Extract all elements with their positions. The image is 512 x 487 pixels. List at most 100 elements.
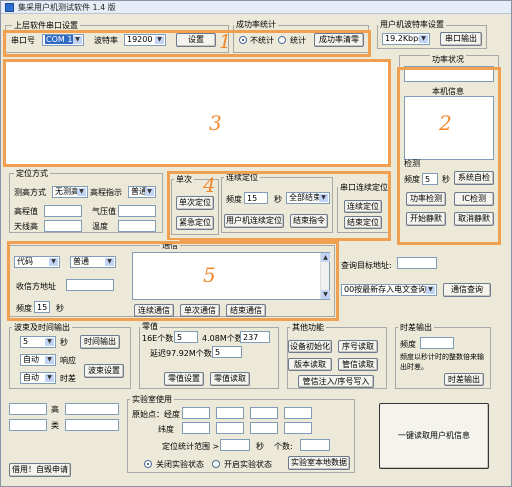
user-baud-select[interactable]: 19.2Kbps bbox=[382, 33, 430, 45]
annotation-5: 5 bbox=[203, 263, 216, 287]
manage-write-button[interactable]: 管信注入/序号写入 bbox=[298, 375, 374, 388]
altitude-label: 高程指示 bbox=[90, 188, 122, 197]
range-input[interactable] bbox=[220, 439, 250, 451]
wave-sec-label: 秒 bbox=[60, 338, 68, 347]
coord-input-1[interactable] bbox=[9, 403, 47, 415]
highlight-box-5 bbox=[7, 241, 339, 321]
apply-button[interactable]: 借用！自毁申请 bbox=[9, 463, 71, 477]
other-group: 其他功能 设备初始化 序号读取 版本读取 管信读取 管信注入/序号写入 bbox=[287, 322, 387, 389]
read-user-info-button[interactable]: 一键读取用户机信息 bbox=[379, 403, 489, 469]
measure-label: 测高方式 bbox=[14, 188, 46, 197]
serial-output-button[interactable]: 串口输出 bbox=[440, 32, 482, 46]
timediff-freq-input[interactable] bbox=[420, 337, 454, 349]
time-output-button[interactable]: 时间输出 bbox=[80, 335, 120, 349]
temp-label: 温度 bbox=[92, 222, 108, 231]
lon-input-1[interactable] bbox=[182, 407, 210, 419]
wave-sec-select[interactable]: 5 bbox=[20, 336, 56, 348]
delay-input[interactable]: 5 bbox=[212, 346, 242, 358]
timediff-freq-label: 频度 bbox=[400, 340, 416, 349]
annotation-2: 2 bbox=[439, 111, 452, 135]
num408-label: 4.08M个数 bbox=[202, 334, 243, 343]
app-window: 集采用户机测试软件 1.4 版 上层软件串口设置 串口号 COM 1 波特率 1… bbox=[0, 0, 512, 487]
query-mode-select[interactable]: 00按最新存入电文查询 bbox=[341, 284, 437, 296]
open-lab-label: 开启实验状态 bbox=[224, 460, 272, 469]
highlight-box-1 bbox=[3, 30, 371, 57]
zero-set-button[interactable]: 零值设置 bbox=[164, 372, 204, 386]
lat-input-2[interactable] bbox=[216, 422, 244, 434]
coord-input-2[interactable] bbox=[65, 403, 119, 415]
timediff-legend: 时差输出 bbox=[398, 322, 434, 333]
zero-read-button[interactable]: 零值读取 bbox=[210, 372, 250, 386]
manage-read-button[interactable]: 管信读取 bbox=[338, 358, 378, 371]
locate-mode-legend: 定位方式 bbox=[14, 168, 50, 179]
response-label: 响应 bbox=[60, 356, 76, 365]
lat-input-3[interactable] bbox=[250, 422, 278, 434]
zero-legend: 零值 bbox=[140, 321, 160, 332]
pressure-input[interactable] bbox=[118, 205, 156, 217]
timer-label: 时差 bbox=[60, 374, 76, 383]
annotation-3: 3 bbox=[209, 111, 222, 135]
annotation-4: 4 bbox=[203, 173, 216, 197]
altitude-select[interactable]: 普通 bbox=[128, 186, 156, 198]
type-label: 类 bbox=[51, 421, 59, 430]
lat-input-4[interactable] bbox=[284, 422, 312, 434]
lon-input-3[interactable] bbox=[250, 407, 278, 419]
range-label: 定位统计范围 > bbox=[162, 442, 220, 451]
delay-value: 5 bbox=[215, 348, 221, 357]
coord-input-3[interactable] bbox=[9, 419, 47, 431]
lab-group: 实验室使用 原始点：经度 纬度 定位统计范围 > 秒 个数: 关闭实验状态 开启… bbox=[127, 394, 355, 473]
auto-response-select[interactable]: 自动 bbox=[20, 354, 56, 366]
count-label: 个数: bbox=[274, 442, 293, 451]
version-read-button[interactable]: 版本读取 bbox=[288, 358, 332, 371]
zero-group: 零值 16E个数 5 4.08M个数 237 延迟97.92M个数 5 零值设置… bbox=[139, 321, 279, 389]
locate-mode-group: 定位方式 测高方式 无测高 高程指示 普通 高程值 气压值 天线高 温度 bbox=[9, 168, 163, 233]
temp-input[interactable] bbox=[118, 220, 156, 232]
open-lab-radio[interactable] bbox=[212, 460, 220, 468]
num408-value: 237 bbox=[243, 333, 259, 342]
init-button[interactable]: 设备初始化 bbox=[288, 340, 332, 353]
num16-input[interactable]: 5 bbox=[174, 331, 198, 343]
elevation-input[interactable] bbox=[44, 205, 82, 217]
delay-label: 延迟97.92M个数 bbox=[150, 349, 212, 358]
timediff-note: 频度以秒计时的整数倍来输出时差。 bbox=[400, 353, 484, 371]
measure-select[interactable]: 无测高 bbox=[52, 186, 88, 198]
highlight-box-3 bbox=[3, 59, 391, 167]
lab-stat-button[interactable]: 实验室本地数据 bbox=[288, 456, 350, 470]
antenna-input[interactable] bbox=[44, 220, 82, 232]
lab-legend: 实验室使用 bbox=[130, 394, 174, 405]
query-address-label: 查询目标地址: bbox=[341, 261, 392, 270]
lat-label: 纬度 bbox=[158, 425, 174, 434]
query-address-input[interactable] bbox=[397, 257, 437, 269]
highlight-box-2 bbox=[397, 67, 501, 245]
app-icon bbox=[5, 3, 14, 12]
user-baud-legend: 用户机波特率设置 bbox=[378, 19, 446, 30]
annotation-1: 1 bbox=[219, 31, 232, 53]
auto-timer-select[interactable]: 自动 bbox=[20, 372, 56, 384]
num16-value: 5 bbox=[177, 333, 183, 342]
timediff-output-button[interactable]: 时差输出 bbox=[444, 373, 484, 386]
wave-group: 波束及时间输出 5 秒 时间输出 自动 响应 自动 时差 波束设置 bbox=[9, 322, 131, 389]
title-bar: 集采用户机测试软件 1.4 版 bbox=[1, 1, 511, 14]
num408-input[interactable]: 237 bbox=[240, 331, 270, 343]
origin-label: 原始点：经度 bbox=[132, 410, 180, 419]
range-sec-label: 秒 bbox=[256, 442, 264, 451]
elevation-label: 高程值 bbox=[14, 207, 38, 216]
lon-input-4[interactable] bbox=[284, 407, 312, 419]
success-stats-legend: 成功率统计 bbox=[234, 19, 278, 30]
lat-input-1[interactable] bbox=[182, 422, 210, 434]
close-lab-label: 关闭实验状态 bbox=[156, 460, 204, 469]
pressure-label: 气压值 bbox=[92, 207, 116, 216]
close-lab-radio[interactable] bbox=[144, 460, 152, 468]
serial-read-button[interactable]: 序号读取 bbox=[338, 340, 378, 353]
coord-input-4[interactable] bbox=[65, 419, 119, 431]
user-baud-group: 用户机波特率设置 19.2Kbps 串口输出 bbox=[377, 19, 487, 49]
power-title: 功率状况 bbox=[430, 54, 466, 65]
antenna-label: 天线高 bbox=[14, 222, 38, 231]
comm-query-button[interactable]: 通信查询 bbox=[443, 283, 491, 297]
num16-label: 16E个数 bbox=[142, 334, 174, 343]
count-input[interactable] bbox=[300, 439, 330, 451]
other-legend: 其他功能 bbox=[290, 322, 326, 333]
lon-input-2[interactable] bbox=[216, 407, 244, 419]
highlight-box-4 bbox=[167, 171, 391, 241]
wave-set-button[interactable]: 波束设置 bbox=[84, 364, 124, 378]
